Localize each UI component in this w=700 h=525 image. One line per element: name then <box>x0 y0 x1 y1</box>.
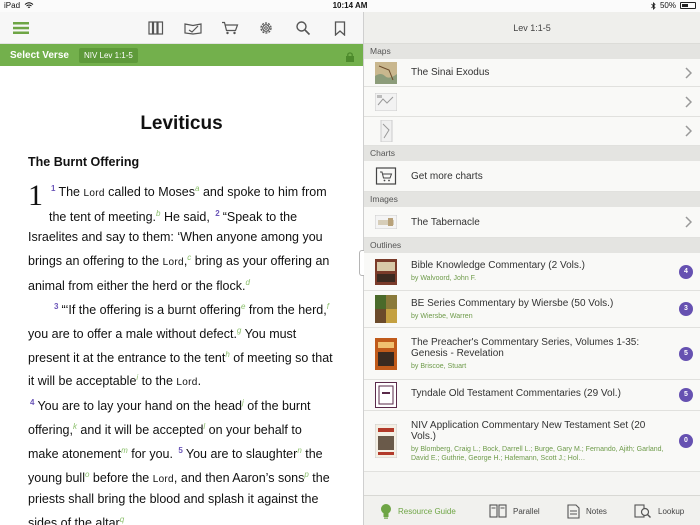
count-badge: 5 <box>679 388 693 402</box>
verse-number[interactable]: 3 <box>54 302 58 311</box>
tab-label: Parallel <box>513 506 540 516</box>
count-badge: 4 <box>679 264 693 279</box>
bluetooth-icon <box>651 1 656 10</box>
chevron-right-icon <box>685 95 692 108</box>
chevron-right-icon <box>685 66 692 79</box>
outline-author: by Wiersbe, Warren <box>411 312 473 320</box>
outline-author: by Briscoe, Stuart <box>411 362 467 370</box>
tab-notes[interactable]: Notes <box>567 496 607 525</box>
section-header-charts: Charts <box>364 146 700 161</box>
resource-guide-pane: Lev 1:1-5 Maps The Sinai Exodus Charts G… <box>364 12 700 525</box>
tab-parallel[interactable]: Parallel <box>489 496 540 525</box>
footnote-marker[interactable]: m <box>121 446 128 455</box>
map-item[interactable] <box>364 87 700 117</box>
outline-item[interactable]: Bible Knowledge Commentary (2 Vols.) by … <box>364 253 700 291</box>
chapter-number: 1 <box>28 179 43 212</box>
section-heading: The Burnt Offering <box>28 155 140 169</box>
outline-item[interactable]: BE Series Commentary by Wiersbe (50 Vols… <box>364 291 700 328</box>
parallel-books-icon <box>489 503 507 518</box>
book-cover-icon <box>375 258 397 285</box>
map-thumbnail-icon <box>380 120 393 142</box>
book-cover-icon <box>375 424 397 458</box>
map-title: The Sinai Exodus <box>411 67 490 78</box>
status-bar: iPad 10:14 AM 50% <box>0 0 700 12</box>
verse-selection-bar: Select Verse NIV Lev 1:1-5 <box>0 44 363 66</box>
outline-item[interactable]: NIV Application Commentary New Testament… <box>364 411 700 472</box>
get-more-charts-button[interactable]: Get more charts <box>364 161 700 192</box>
footnote-marker[interactable]: q <box>120 515 124 524</box>
library-icon[interactable] <box>145 18 167 38</box>
outline-title: NIV Application Commentary New Testament… <box>411 419 646 442</box>
count-badge: 5 <box>679 346 693 361</box>
count-badge: 0 <box>679 434 693 448</box>
battery-percent: 50% <box>659 1 676 10</box>
verse-text[interactable]: 1 1 The Lord called to Mosesa and spoke to… <box>28 179 335 525</box>
book-title: Leviticus <box>140 113 223 134</box>
lookup-icon <box>634 503 651 518</box>
map-thumbnail-icon <box>375 61 397 84</box>
lightbulb-icon <box>381 504 391 519</box>
charts-item-label: Get more charts <box>411 170 483 182</box>
book-cover-icon <box>375 337 397 370</box>
section-header-maps: Maps <box>364 44 700 59</box>
outline-item[interactable]: The Preacher's Commentary Series, Volume… <box>364 328 700 380</box>
tab-lookup[interactable]: Lookup <box>634 496 684 525</box>
reference-chip[interactable]: NIV Lev 1:1-5 <box>78 47 138 63</box>
bible-pane: Select Verse NIV Lev 1:1-5 Leviticus The… <box>0 12 363 525</box>
outline-title: Tyndale Old Testament Commentaries (29 V… <box>411 388 621 399</box>
search-icon[interactable] <box>292 18 314 38</box>
menu-icon[interactable] <box>10 18 32 38</box>
map-item[interactable] <box>364 117 700 146</box>
outline-title: Bible Knowledge Commentary (2 Vols.) <box>411 260 585 271</box>
outline-author: by Blomberg, Craig L.; Bock, Darrell L.;… <box>411 445 664 462</box>
bottom-tab-bar: Resource Guide Parallel Notes Lookup <box>364 495 700 525</box>
reading-plan-icon[interactable] <box>182 18 204 38</box>
footnote-marker[interactable]: d <box>245 278 249 287</box>
section-header-images: Images <box>364 192 700 207</box>
gear-icon[interactable] <box>255 18 277 38</box>
image-thumbnail-icon <box>375 215 397 229</box>
verse-number[interactable]: 1 <box>51 184 55 193</box>
chevron-right-icon <box>685 216 692 228</box>
main-toolbar <box>0 12 363 44</box>
select-verse-button[interactable]: Select Verse <box>10 50 69 61</box>
image-title: The Tabernacle <box>411 216 480 228</box>
section-header-outlines: Outlines <box>364 238 700 253</box>
footnote-marker[interactable]: f <box>327 302 329 311</box>
outline-item[interactable]: Tyndale Old Testament Commentaries (29 V… <box>364 380 700 411</box>
verse-number[interactable]: 4 <box>30 398 34 407</box>
outline-title: The Preacher's Commentary Series, Volume… <box>411 336 640 359</box>
verse-number[interactable]: 5 <box>178 446 182 455</box>
book-cover-icon <box>375 382 397 408</box>
image-item[interactable]: The Tabernacle <box>364 207 700 238</box>
battery-icon <box>680 2 696 9</box>
tab-label: Resource Guide <box>398 506 456 516</box>
resource-guide-reference: Lev 1:1-5 <box>364 12 700 44</box>
bookmark-icon[interactable] <box>329 18 351 38</box>
cart-icon <box>375 167 397 185</box>
tab-resource-guide[interactable]: Resource Guide <box>380 496 456 525</box>
chevron-right-icon <box>685 125 692 137</box>
lock-icon[interactable] <box>345 49 355 67</box>
bible-text: Leviticus The Burnt Offering 1 1 The Lord … <box>0 67 363 525</box>
map-item[interactable]: The Sinai Exodus <box>364 59 700 87</box>
cart-icon[interactable] <box>219 18 241 38</box>
outline-author: by Walvoord, John F. <box>411 275 477 282</box>
verse-number[interactable]: 2 <box>215 209 219 218</box>
tab-label: Lookup <box>658 506 685 516</box>
book-cover-icon <box>375 295 397 323</box>
outline-title: BE Series Commentary by Wiersbe (50 Vols… <box>411 297 614 309</box>
count-badge: 3 <box>679 302 693 316</box>
notes-icon <box>567 503 580 519</box>
status-time: 10:14 AM <box>332 1 368 10</box>
map-thumbnail-icon <box>375 92 397 111</box>
tab-label: Notes <box>586 506 607 516</box>
